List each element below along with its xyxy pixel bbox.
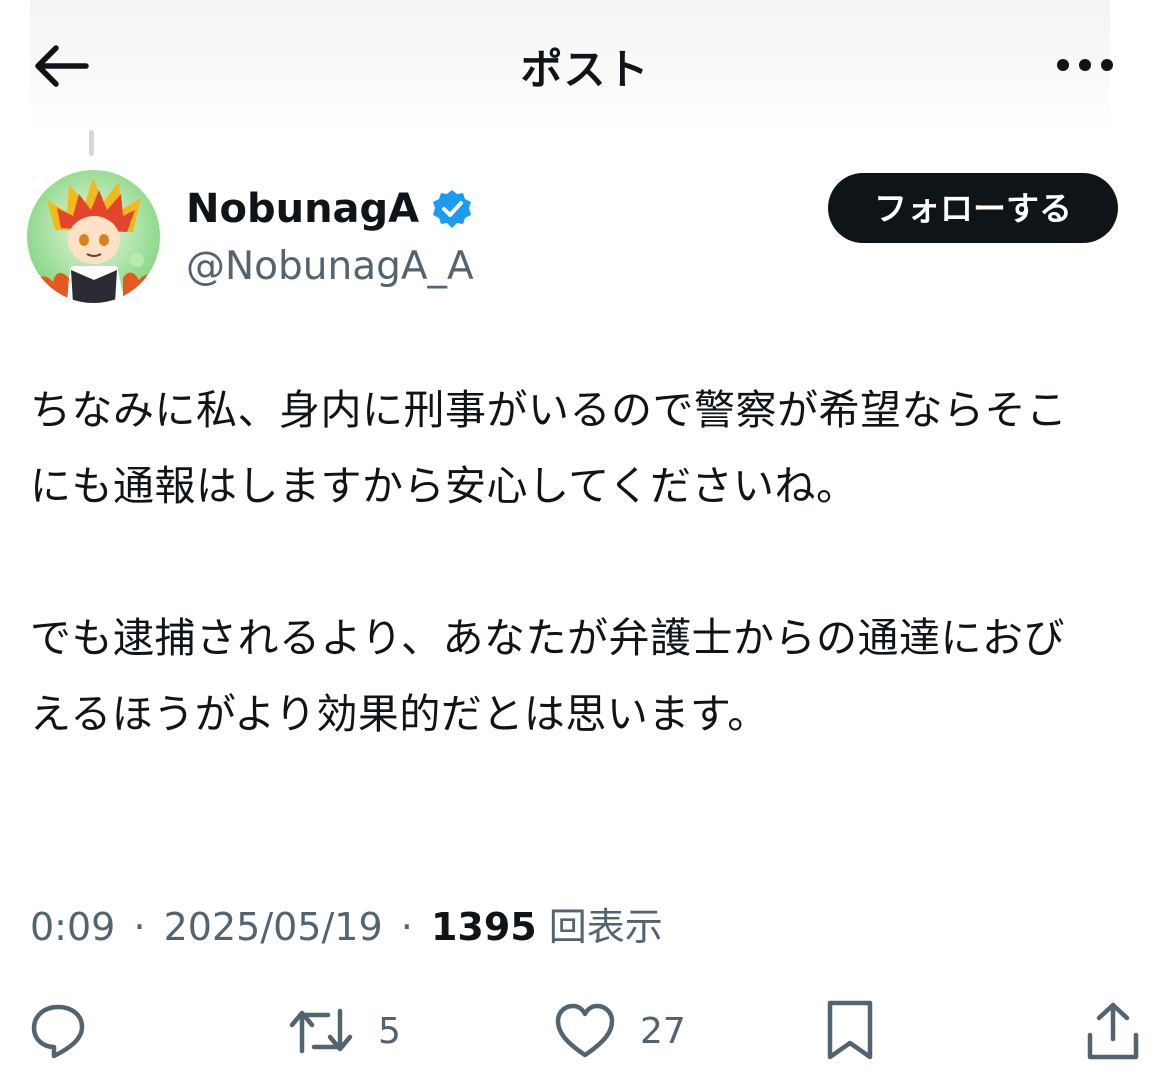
repost-icon — [289, 1008, 353, 1054]
view-count[interactable]: 1395 — [431, 905, 537, 949]
meta-separator: · — [133, 905, 146, 949]
like-icon — [555, 1003, 615, 1058]
view-count-label: 回表示 — [548, 905, 663, 949]
post-body: ちなみに私、身内に刑事がいるので警察が希望ならそこにも通報はしますから安心してく… — [30, 372, 1090, 752]
top-bar: ポスト — [0, 0, 1170, 130]
action-bar: 5 27 — [0, 996, 1170, 1066]
bookmark-button[interactable] — [824, 996, 876, 1066]
page-title: ポスト — [520, 45, 650, 94]
reply-icon — [31, 1004, 85, 1059]
post-date[interactable]: 2025/05/19 — [164, 905, 383, 949]
repost-button[interactable]: 5 — [288, 996, 401, 1066]
more-button[interactable] — [1052, 48, 1118, 82]
follow-button[interactable]: フォローする — [828, 173, 1118, 243]
avatar-image — [27, 170, 160, 303]
like-button[interactable]: 27 — [554, 996, 686, 1066]
bookmark-icon — [827, 1000, 873, 1060]
like-count: 27 — [640, 1010, 686, 1052]
more-icon — [1057, 59, 1113, 71]
reply-button[interactable] — [28, 996, 112, 1066]
post-paragraph: でも逮捕されるより、あなたが弁護士からの通達におびえるほうがより効果的だとは思い… — [30, 614, 1066, 738]
thread-connector — [89, 130, 94, 156]
post-metadata: 0:09 · 2025/05/19 · 1395 回表示 — [30, 902, 663, 952]
share-icon — [1087, 1002, 1139, 1060]
share-button[interactable] — [1084, 996, 1142, 1066]
post-time[interactable]: 0:09 — [30, 905, 115, 949]
display-name-text: NobunagA — [186, 186, 420, 232]
meta-separator: · — [400, 905, 413, 949]
avatar[interactable] — [27, 170, 160, 303]
post-paragraph: ちなみに私、身内に刑事がいるので警察が希望ならそこにも通報はしますから安心してく… — [30, 386, 1068, 510]
display-name[interactable]: NobunagA — [186, 186, 473, 232]
user-handle[interactable]: @NobunagA_A — [186, 244, 474, 290]
verified-badge-icon — [433, 190, 472, 228]
repost-count: 5 — [378, 1010, 401, 1052]
